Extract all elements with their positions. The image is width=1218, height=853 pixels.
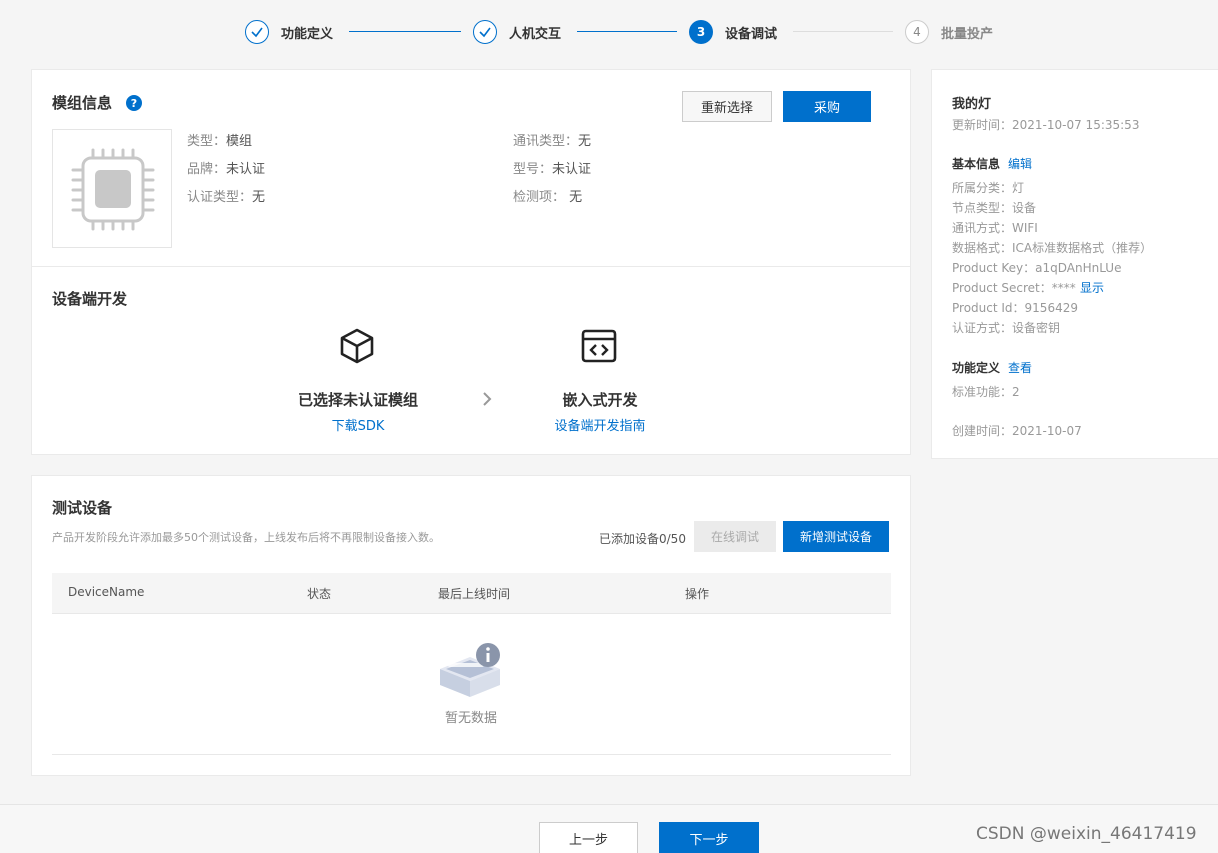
step-label: 人机交互 xyxy=(509,26,562,42)
info-line: 节点类型：设备 xyxy=(952,201,1037,215)
module-info-card: 模组信息 ? 重新选择 采购 类型：模组 品牌：未认证 认证类型：无 通讯类型：… xyxy=(31,69,911,267)
purchase-button[interactable]: 采购 xyxy=(783,91,871,122)
view-link[interactable]: 查看 xyxy=(1008,359,1032,376)
empty-text: 暂无数据 xyxy=(444,711,497,726)
col-device-name: DeviceName xyxy=(68,585,145,599)
basic-info-title: 基本信息 xyxy=(952,157,1001,171)
col-status: 状态 xyxy=(307,587,332,601)
check-icon xyxy=(245,20,269,44)
add-test-device-button[interactable]: 新增测试设备 xyxy=(783,521,889,552)
module-image xyxy=(52,129,172,248)
online-debug-button[interactable]: 在线调试 xyxy=(694,521,776,552)
step-interaction[interactable]: 人机交互 xyxy=(473,20,561,44)
device-table-header: DeviceName 状态 最后上线时间 操作 xyxy=(52,573,891,613)
stepper: 功能定义 人机交互 3 设备调试 4 批量投产 xyxy=(0,0,1218,64)
selected-module-label: 已选择未认证模组 xyxy=(297,391,418,409)
step-number: 4 xyxy=(905,20,929,44)
dev-guide-link[interactable]: 设备端开发指南 xyxy=(500,415,700,434)
step-connector xyxy=(349,31,461,32)
col-actions: 操作 xyxy=(685,587,710,601)
product-secret: Product Secret：**** xyxy=(952,281,1076,295)
step-label: 功能定义 xyxy=(281,26,334,42)
cert-type-field: 认证类型：无 xyxy=(187,190,266,205)
module-info-title: 模组信息 xyxy=(52,94,113,112)
brand-field: 品牌：未认证 xyxy=(187,162,266,177)
next-step-button[interactable]: 下一步 xyxy=(659,822,759,853)
code-window-icon xyxy=(581,329,617,363)
edit-link[interactable]: 编辑 xyxy=(1008,155,1032,172)
check-icon xyxy=(473,20,497,44)
info-line: 数据格式：ICA标准数据格式（推荐） xyxy=(952,241,1153,255)
step-function-definition[interactable]: 功能定义 xyxy=(245,20,333,44)
info-line: 通讯方式：WIFI xyxy=(952,221,1038,235)
divider xyxy=(52,613,891,614)
comm-type-field: 通讯类型：无 xyxy=(513,134,592,149)
chevron-right-icon xyxy=(483,392,492,406)
created-time: 创建时间：2021-10-07 xyxy=(952,424,1082,438)
info-line: 认证方式：设备密钥 xyxy=(952,321,1061,335)
info-line: 所属分类：灯 xyxy=(952,181,1025,195)
updated-time: 更新时间：2021-10-07 15:35:53 xyxy=(952,118,1140,132)
standard-functions: 标准功能：2 xyxy=(952,385,1020,399)
product-sidebar: 我的灯 更新时间：2021-10-07 15:35:53 基本信息 编辑 所属分… xyxy=(931,69,1218,459)
watermark: CSDN @weixin_46417419 xyxy=(976,824,1197,844)
download-sdk-link[interactable]: 下载SDK xyxy=(258,415,458,434)
reselect-button[interactable]: 重新选择 xyxy=(682,91,772,122)
device-count: 已添加设备0/50 xyxy=(599,532,686,546)
show-secret-link[interactable]: 显示 xyxy=(1080,279,1104,296)
col-last-online: 最后上线时间 xyxy=(438,587,511,601)
step-device-debug[interactable]: 3 设备调试 xyxy=(689,20,777,44)
product-name: 我的灯 xyxy=(952,97,992,112)
device-dev-title: 设备端开发 xyxy=(52,290,128,308)
step-connector xyxy=(793,31,893,32)
cube-icon xyxy=(340,328,374,364)
info-line: Product Key：a1qDAnHnLUe xyxy=(952,261,1122,275)
chip-icon xyxy=(71,148,155,231)
test-devices-card: 测试设备 产品开发阶段允许添加最多50个测试设备，上线发布后将不再限制设备接入数… xyxy=(31,475,911,776)
divider xyxy=(52,754,891,755)
embedded-dev-label: 嵌入式开发 xyxy=(562,391,638,409)
type-field: 类型：模组 xyxy=(187,134,253,149)
empty-box-icon xyxy=(440,643,500,697)
footer-bar: 上一步 下一步 CSDN @weixin_46417419 xyxy=(0,804,1218,853)
function-def-title: 功能定义 xyxy=(952,361,1001,375)
help-icon[interactable]: ? xyxy=(126,95,142,111)
step-mass-production[interactable]: 4 批量投产 xyxy=(905,20,993,44)
step-label: 批量投产 xyxy=(941,26,994,42)
step-label: 设备调试 xyxy=(725,26,778,42)
step-number: 3 xyxy=(689,20,713,44)
model-field: 型号：未认证 xyxy=(513,162,592,177)
test-devices-subtitle: 产品开发阶段允许添加最多50个测试设备，上线发布后将不再限制设备接入数。 xyxy=(52,531,440,544)
test-devices-title: 测试设备 xyxy=(52,499,113,517)
step-connector xyxy=(577,31,677,32)
prev-step-button[interactable]: 上一步 xyxy=(539,822,638,853)
check-field: 检测项： 无 xyxy=(513,190,583,205)
info-line: Product Id：9156429 xyxy=(952,301,1078,315)
device-dev-card: 设备端开发 已选择未认证模组 下载SDK 嵌入式开发 设备端开发指南 xyxy=(31,266,911,455)
